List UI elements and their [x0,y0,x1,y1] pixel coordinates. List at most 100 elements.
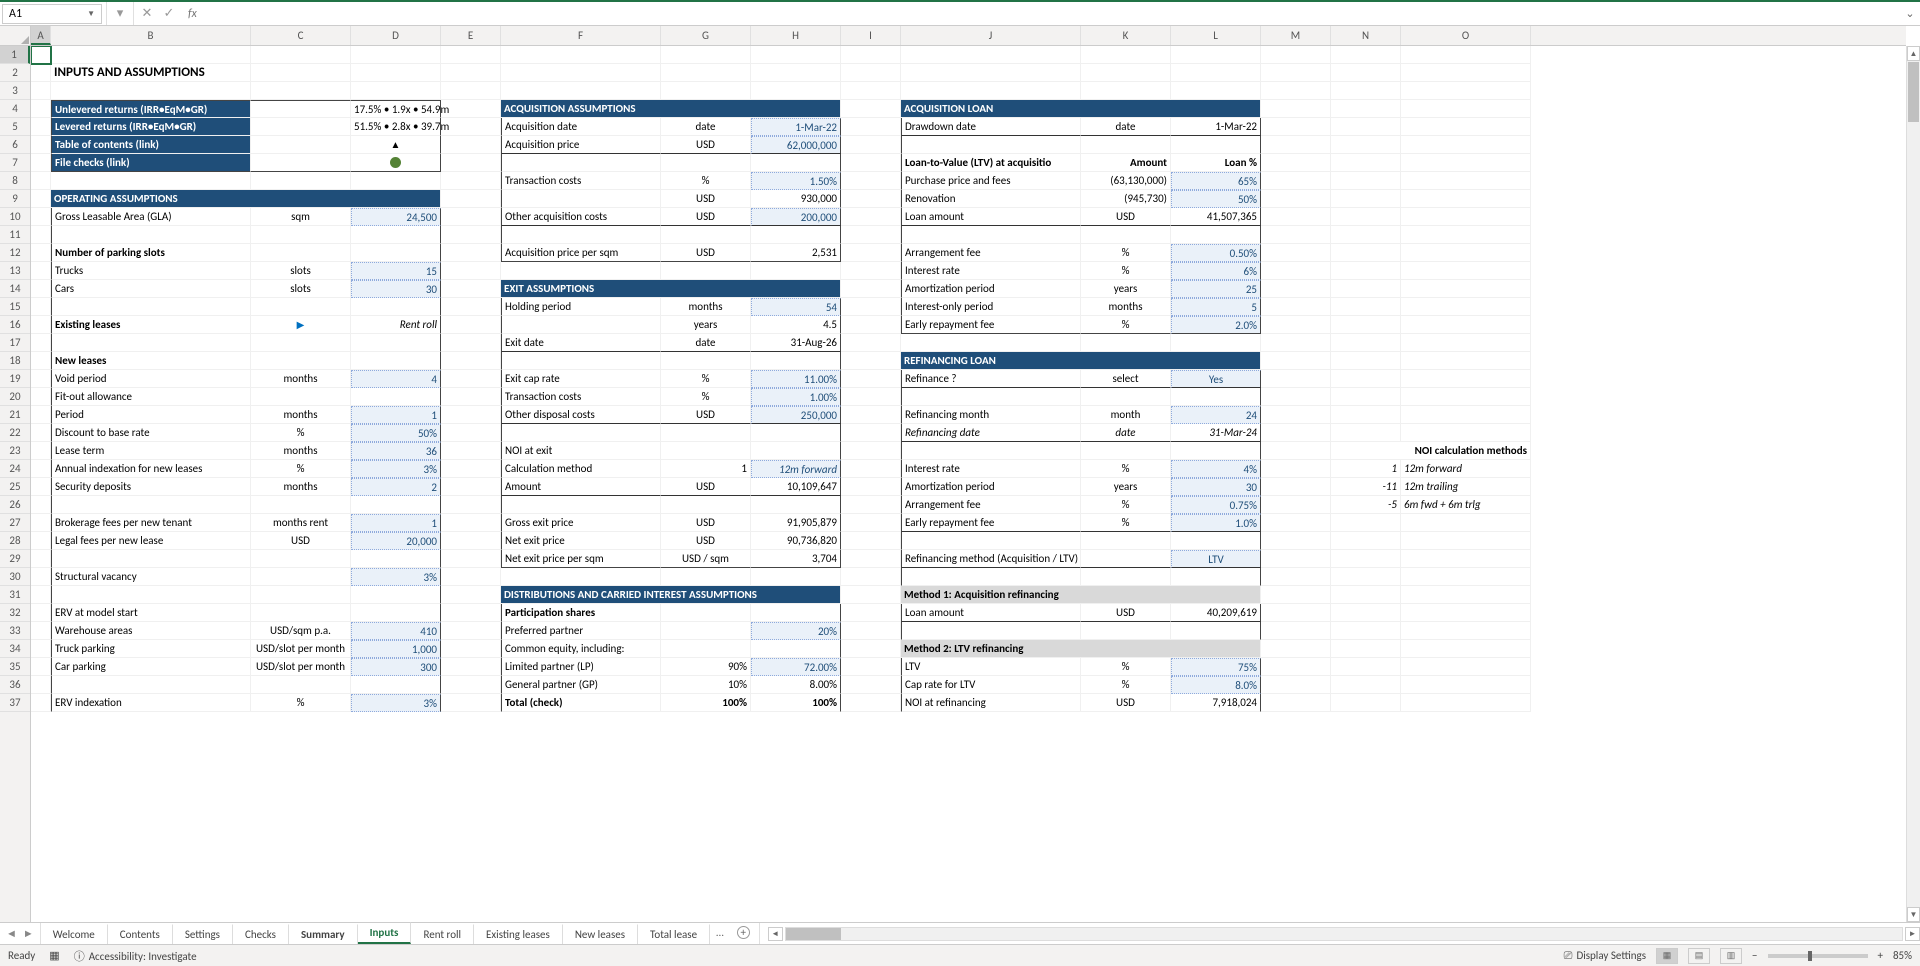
cell[interactable] [1261,514,1331,532]
cell[interactable]: 250,000 [751,406,841,424]
cell[interactable]: 20,000 [351,532,441,550]
cell[interactable] [1261,118,1331,136]
cell[interactable] [441,82,501,100]
cell[interactable] [1331,118,1401,136]
cell[interactable]: 1 [351,406,441,424]
row-header-22[interactable]: 22 [0,424,30,442]
cell[interactable] [841,208,901,226]
cell[interactable]: years [661,316,751,334]
cell[interactable] [441,604,501,622]
cell[interactable] [751,568,841,586]
cell[interactable] [1171,568,1261,586]
cell[interactable] [1081,388,1171,406]
cell[interactable]: Refinance ? [901,370,1081,388]
cell[interactable] [251,172,351,190]
cell[interactable] [661,154,751,172]
cell[interactable] [751,604,841,622]
cell[interactable]: 1 [661,460,751,478]
cell[interactable] [441,370,501,388]
cell[interactable] [441,568,501,586]
cell[interactable] [441,316,501,334]
cell[interactable] [841,406,901,424]
cell[interactable] [501,496,661,514]
cell[interactable] [751,262,841,280]
cell[interactable]: Preferred partner [501,622,661,640]
cell[interactable] [1401,226,1531,244]
cell[interactable]: Arrangement fee [901,496,1081,514]
column-header-O[interactable]: O [1401,26,1531,45]
cell[interactable] [31,334,51,352]
sheet-tab-settings[interactable]: Settings [173,924,233,944]
cell[interactable]: Amount [1081,154,1171,172]
cell[interactable] [31,64,51,82]
cell[interactable] [441,550,501,568]
cell[interactable] [351,82,441,100]
cell[interactable] [31,406,51,424]
cell[interactable] [661,496,751,514]
cell[interactable]: 1.00% [751,388,841,406]
cell[interactable] [1261,532,1331,550]
cell[interactable] [841,586,901,604]
cell[interactable] [841,100,901,118]
cell[interactable]: Arrangement fee [901,244,1081,262]
cell[interactable] [1401,82,1531,100]
column-header-D[interactable]: D [351,26,441,45]
cell[interactable]: Acquisition price per sqm [501,244,661,262]
cell[interactable] [841,226,901,244]
row-header-28[interactable]: 28 [0,532,30,550]
cell[interactable]: NOI at exit [501,442,661,460]
cell[interactable] [351,64,441,82]
cell[interactable]: slots [251,280,351,298]
accessibility-status[interactable]: ⓘAccessibility: Investigate [74,948,197,964]
cell[interactable] [661,604,751,622]
row-header-7[interactable]: 7 [0,154,30,172]
cell[interactable]: 24,500 [351,208,441,226]
cell[interactable]: Amortization period [901,478,1081,496]
cell[interactable] [51,298,251,316]
cell[interactable]: Method 1: Acquisition refinancing [901,586,1261,604]
cell[interactable] [51,226,251,244]
cell[interactable] [901,82,1081,100]
row-header-18[interactable]: 18 [0,352,30,370]
cell[interactable] [1261,280,1331,298]
cell[interactable] [661,568,751,586]
row-header-31[interactable]: 31 [0,586,30,604]
cell[interactable]: Table of contents (link) [51,136,251,154]
row-header-4[interactable]: 4 [0,100,30,118]
cell[interactable] [31,298,51,316]
cell[interactable] [841,316,901,334]
cell[interactable]: File checks (link) [51,154,251,172]
cell[interactable] [1261,388,1331,406]
cell[interactable] [1261,100,1331,118]
cell[interactable]: Amortization period [901,280,1081,298]
cell[interactable] [1401,190,1531,208]
cell[interactable] [841,298,901,316]
cell[interactable] [251,298,351,316]
cell[interactable] [441,172,501,190]
cell[interactable]: USD [661,208,751,226]
horizontal-scrollbar[interactable]: ◄ ► [762,923,1920,944]
cell[interactable] [1331,514,1401,532]
cell[interactable] [441,100,501,118]
cell[interactable]: 4 [351,370,441,388]
cell[interactable] [351,172,441,190]
cell[interactable]: 1,000 [351,640,441,658]
cell[interactable]: Acquisition price [501,136,661,154]
cell[interactable] [441,280,501,298]
cell[interactable]: Interest rate [901,262,1081,280]
column-header-H[interactable]: H [751,26,841,45]
cell[interactable]: Calculation method [501,460,661,478]
cell[interactable]: USD [661,406,751,424]
row-header-34[interactable]: 34 [0,640,30,658]
cell[interactable] [351,604,441,622]
column-header-K[interactable]: K [1081,26,1171,45]
cell[interactable]: Limited partner (LP) [501,658,661,676]
cell[interactable] [841,388,901,406]
cell[interactable] [841,244,901,262]
cell[interactable]: 8.0% [1171,676,1261,694]
cell[interactable] [841,352,901,370]
cell[interactable] [841,442,901,460]
cell[interactable]: 1-Mar-22 [1171,118,1261,136]
cell[interactable] [1261,460,1331,478]
cell[interactable] [441,496,501,514]
